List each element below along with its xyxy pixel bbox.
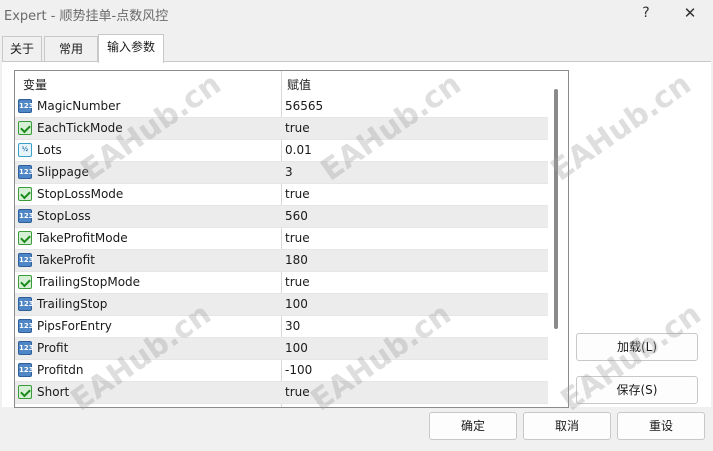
- parameters-grid: 变量 赋值 123 MagicNumber 56565 EachTickMode tru…: [14, 70, 569, 408]
- table-row[interactable]: StopLossMode true: [15, 184, 548, 206]
- double-icon: ½: [18, 143, 32, 157]
- integer-icon: 123: [18, 165, 34, 179]
- table-row[interactable]: Long true: [15, 404, 548, 408]
- parameter-value[interactable]: -100: [285, 363, 312, 377]
- table-row[interactable]: TrailingStopMode true: [15, 272, 548, 294]
- load-button[interactable]: 加载(L): [576, 333, 698, 361]
- table-row[interactable]: TakeProfitMode true: [15, 228, 548, 250]
- help-icon[interactable]: ?: [636, 3, 656, 23]
- parameter-name: PipsForEntry: [37, 319, 112, 333]
- table-row[interactable]: Short true: [15, 382, 548, 404]
- table-row[interactable]: EachTickMode true: [15, 118, 548, 140]
- parameter-value[interactable]: true: [285, 407, 310, 408]
- ok-button[interactable]: 确定: [429, 412, 517, 440]
- parameter-value[interactable]: 560: [285, 209, 308, 223]
- integer-icon: 123: [18, 297, 34, 311]
- integer-icon: 123: [18, 363, 34, 377]
- bool-icon: [18, 407, 32, 408]
- header-value[interactable]: 赋值: [287, 76, 311, 93]
- parameter-value[interactable]: true: [285, 385, 310, 399]
- parameter-value[interactable]: 100: [285, 297, 308, 311]
- window-title: Expert - 顺势挂单-点数风控: [4, 9, 169, 24]
- table-row[interactable]: 123 TakeProfit 180: [15, 250, 548, 272]
- integer-icon: 123: [18, 99, 34, 113]
- parameter-value[interactable]: true: [285, 187, 310, 201]
- bool-icon: [18, 385, 32, 399]
- table-row[interactable]: 123 Profit 100: [15, 338, 548, 360]
- title-bar: Expert - 顺势挂单-点数风控 ? ✕: [0, 0, 713, 28]
- table-row[interactable]: 123 MagicNumber 56565: [15, 96, 548, 118]
- parameter-name: Profitdn: [37, 363, 84, 377]
- parameter-value[interactable]: true: [285, 231, 310, 245]
- parameter-value[interactable]: 0.01: [285, 143, 312, 157]
- parameter-name: StopLoss: [37, 209, 91, 223]
- bool-icon: [18, 231, 32, 245]
- parameter-name: Long: [37, 407, 66, 408]
- parameter-name: Slippage: [37, 165, 89, 179]
- tab-input-params[interactable]: 输入参数: [98, 34, 164, 63]
- tab-about[interactable]: 关于: [2, 36, 42, 62]
- integer-icon: 123: [18, 319, 34, 333]
- parameter-name: StopLossMode: [37, 187, 124, 201]
- table-row[interactable]: 123 Slippage 3: [15, 162, 548, 184]
- reset-button[interactable]: 重设: [617, 412, 705, 440]
- close-icon[interactable]: ✕: [680, 3, 700, 23]
- parameter-value[interactable]: 180: [285, 253, 308, 267]
- parameter-name: TrailingStopMode: [37, 275, 141, 289]
- table-row[interactable]: 123 TrailingStop 100: [15, 294, 548, 316]
- bool-icon: [18, 275, 32, 289]
- parameter-name: MagicNumber: [37, 99, 121, 113]
- parameter-value[interactable]: true: [285, 275, 310, 289]
- parameter-value[interactable]: true: [285, 121, 310, 135]
- integer-icon: 123: [18, 209, 34, 223]
- table-row[interactable]: 123 Profitdn -100: [15, 360, 548, 382]
- parameter-name: TrailingStop: [37, 297, 108, 311]
- parameter-name: Short: [37, 385, 70, 399]
- cancel-button[interactable]: 取消: [523, 412, 611, 440]
- table-row[interactable]: 123 PipsForEntry 30: [15, 316, 548, 338]
- parameter-name: TakeProfit: [37, 253, 95, 267]
- grid-header: 变量 赋值: [15, 71, 568, 96]
- parameter-name: TakeProfitMode: [37, 231, 128, 245]
- parameter-name: EachTickMode: [37, 121, 123, 135]
- bool-icon: [18, 187, 32, 201]
- parameter-value[interactable]: 30: [285, 319, 300, 333]
- integer-icon: 123: [18, 341, 34, 355]
- header-variable[interactable]: 变量: [23, 76, 47, 93]
- parameter-value[interactable]: 100: [285, 341, 308, 355]
- tab-common[interactable]: 常用: [44, 36, 98, 62]
- grid-rows: 123 MagicNumber 56565 EachTickMode true ½ Lots…: [15, 96, 548, 408]
- parameter-value[interactable]: 56565: [285, 99, 323, 113]
- scrollbar-thumb[interactable]: [554, 89, 558, 329]
- parameter-name: Lots: [37, 143, 62, 157]
- save-button[interactable]: 保存(S): [576, 376, 698, 404]
- integer-icon: 123: [18, 253, 34, 267]
- parameter-value[interactable]: 3: [285, 165, 293, 179]
- parameter-name: Profit: [37, 341, 69, 355]
- table-row[interactable]: ½ Lots 0.01: [15, 140, 548, 162]
- table-row[interactable]: 123 StopLoss 560: [15, 206, 548, 228]
- bool-icon: [18, 121, 32, 135]
